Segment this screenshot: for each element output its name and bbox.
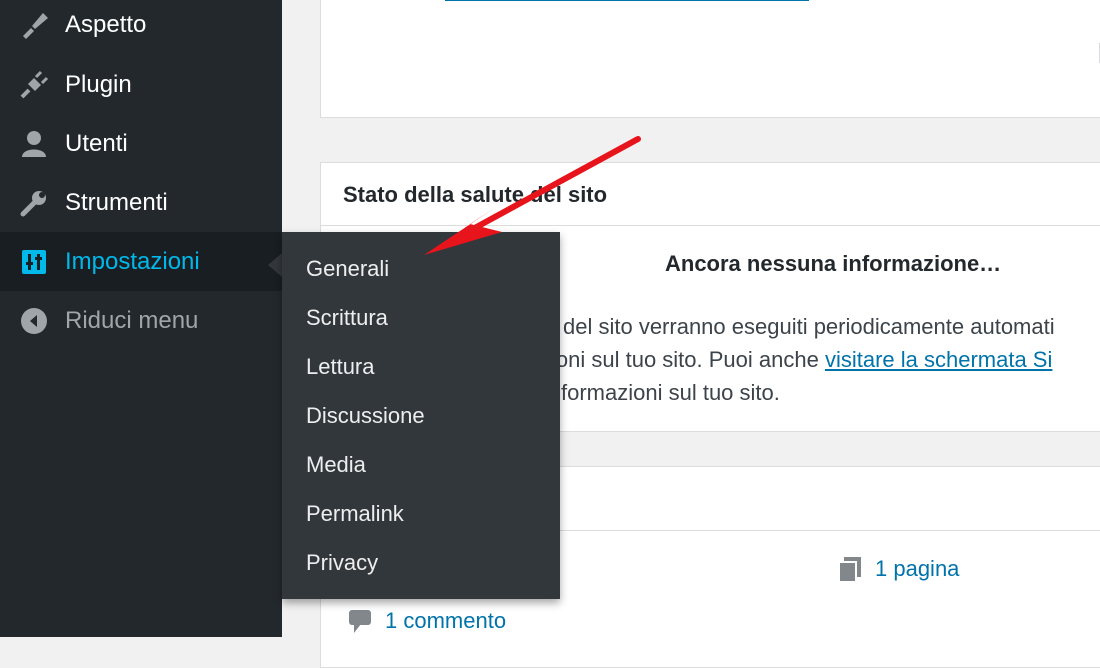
comment-icon [347,607,373,635]
panel-title: Stato della salute del sito [343,182,608,207]
submenu-item-media[interactable]: Media [306,452,366,478]
settings-sliders-icon [18,246,50,278]
wrench-icon [18,187,50,219]
sidebar-item-label: Plugin [65,70,132,98]
submenu-item-permalink[interactable]: Permalink [306,501,404,527]
link-underline[interactable] [445,0,809,1]
submenu-item-scrittura[interactable]: Scrittura [306,305,388,331]
admin-sidebar: Aspetto Plugin Utenti Strumenti Impostaz… [0,0,282,637]
submenu-item-generali[interactable]: Generali [306,256,389,282]
health-text-line: del sito verranno eseguiti periodicament… [563,314,1055,339]
health-text: ioni sul tuo sito. Puoi anche [551,347,825,372]
sidebar-item-label: Aspetto [65,10,147,38]
top-widget-panel [320,0,1100,118]
health-text-line: formazioni sul tuo sito. [561,380,780,405]
user-icon [18,128,50,160]
settings-submenu: Generali Scrittura Lettura Discussione M… [282,232,560,599]
site-health-link[interactable]: visitare la schermata Si [825,347,1052,372]
sidebar-item-label: Strumenti [65,188,168,216]
submenu-item-lettura[interactable]: Lettura [306,354,375,380]
sidebar-item-label: Impostazioni [65,247,200,275]
pages-count-link[interactable]: 1 pagina [837,555,959,583]
comments-count-link[interactable]: 1 commento [347,607,506,635]
health-status-heading: Ancora nessuna informazione… [665,251,1002,276]
pages-icon [837,555,863,583]
sidebar-item-utenti[interactable]: Utenti [0,114,282,173]
health-text-line: ioni sul tuo sito. Puoi anche visitare l… [551,347,1052,373]
paint-brush-icon [18,9,50,41]
collapse-menu-button[interactable]: Riduci menu [0,291,282,350]
sidebar-item-strumenti[interactable]: Strumenti [0,173,282,232]
sidebar-item-label: Riduci menu [65,306,199,334]
sidebar-item-plugin[interactable]: Plugin [0,55,282,114]
collapse-icon [18,305,50,337]
pages-count: 1 pagina [875,556,960,581]
submenu-item-discussione[interactable]: Discussione [306,403,425,429]
sidebar-item-aspetto[interactable]: Aspetto [0,0,282,54]
submenu-item-privacy[interactable]: Privacy [306,550,378,576]
sidebar-item-label: Utenti [65,129,128,157]
sidebar-item-impostazioni[interactable]: Impostazioni [0,232,282,291]
plugin-icon [18,69,50,101]
active-indicator [268,253,282,277]
panel-header: Stato della salute del sito [321,163,1100,226]
comments-count: 1 commento [385,608,507,633]
